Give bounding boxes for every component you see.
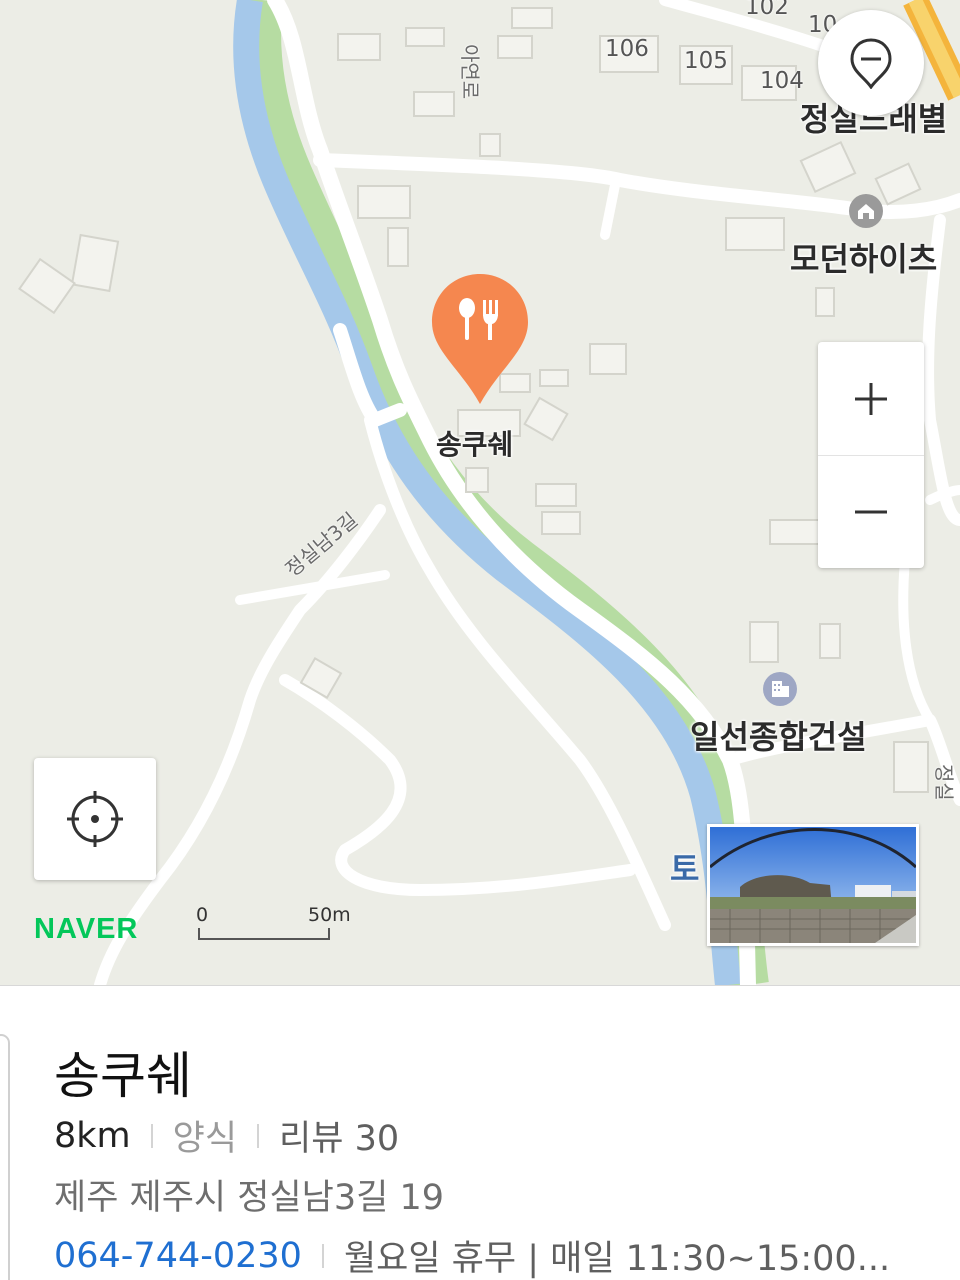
place-contact-row: 064-744-0230 월요일 휴무 | 매일 11:30~15:00...	[54, 1230, 890, 1280]
naver-logo: NAVER	[34, 913, 139, 945]
map-label-modern-heights[interactable]: 모던하이츠	[790, 234, 937, 280]
place-review-count[interactable]: 리뷰 30	[279, 1110, 399, 1161]
zoom-out-button[interactable]	[818, 455, 924, 568]
place-phone-link[interactable]: 064-744-0230	[54, 1236, 302, 1276]
home-poi-icon[interactable]	[848, 193, 884, 229]
restaurant-pin-marker[interactable]	[430, 272, 530, 406]
location-filter-icon	[850, 38, 892, 89]
map-label-ilseon[interactable]: 일선종합건설	[690, 712, 867, 758]
plus-icon	[855, 382, 887, 415]
map-canvas[interactable]: 102 10 106 105 104 정실드래별 모던하이츠 일선종합건설 토 …	[0, 0, 960, 985]
current-location-button[interactable]	[34, 758, 156, 880]
map-label-building-106: 106	[605, 36, 649, 62]
scale-zero-label: 0	[196, 904, 209, 926]
zoom-controls	[818, 342, 924, 568]
zoom-in-button[interactable]	[818, 342, 924, 455]
place-hours: 월요일 휴무 | 매일 11:30~15:00...	[343, 1239, 891, 1279]
minus-icon	[855, 510, 887, 513]
separator	[150, 1123, 153, 1148]
map-label-building-104: 104	[760, 68, 804, 94]
scale-bar	[198, 928, 330, 940]
place-info-sheet[interactable]: 송쿠쉐 8km 양식 리뷰 30 제주 제주시 정실남3길 19 064-744…	[0, 985, 960, 1280]
map-label-building-102: 102	[745, 0, 789, 20]
previous-card-edge[interactable]	[0, 1034, 10, 1280]
location-filter-button[interactable]	[818, 10, 924, 116]
road-label-right-partial: 정실	[932, 764, 956, 801]
place-distance: 8km	[54, 1115, 131, 1156]
road-label-ayeon: 아연로	[458, 44, 482, 100]
place-name[interactable]: 송쿠쉐	[54, 1036, 192, 1108]
building-poi-icon[interactable]	[762, 671, 798, 707]
place-address: 제주 제주시 정실남3길 19	[54, 1178, 444, 1218]
street-view-thumbnail[interactable]	[707, 824, 919, 946]
place-category: 양식	[172, 1119, 238, 1159]
zoom-divider	[818, 455, 924, 456]
scale-max-label: 50m	[308, 904, 351, 926]
restaurant-pin-label[interactable]: 송쿠쉐	[436, 423, 513, 463]
separator	[321, 1243, 324, 1268]
crosshair-icon	[67, 791, 123, 847]
map-scale: 0 50m	[196, 904, 351, 944]
street-view-image	[710, 827, 916, 943]
separator	[257, 1123, 260, 1148]
map-label-partial-to: 토	[670, 850, 700, 888]
place-meta-row: 8km 양식 리뷰 30	[54, 1110, 399, 1161]
map-label-building-105: 105	[684, 48, 728, 74]
